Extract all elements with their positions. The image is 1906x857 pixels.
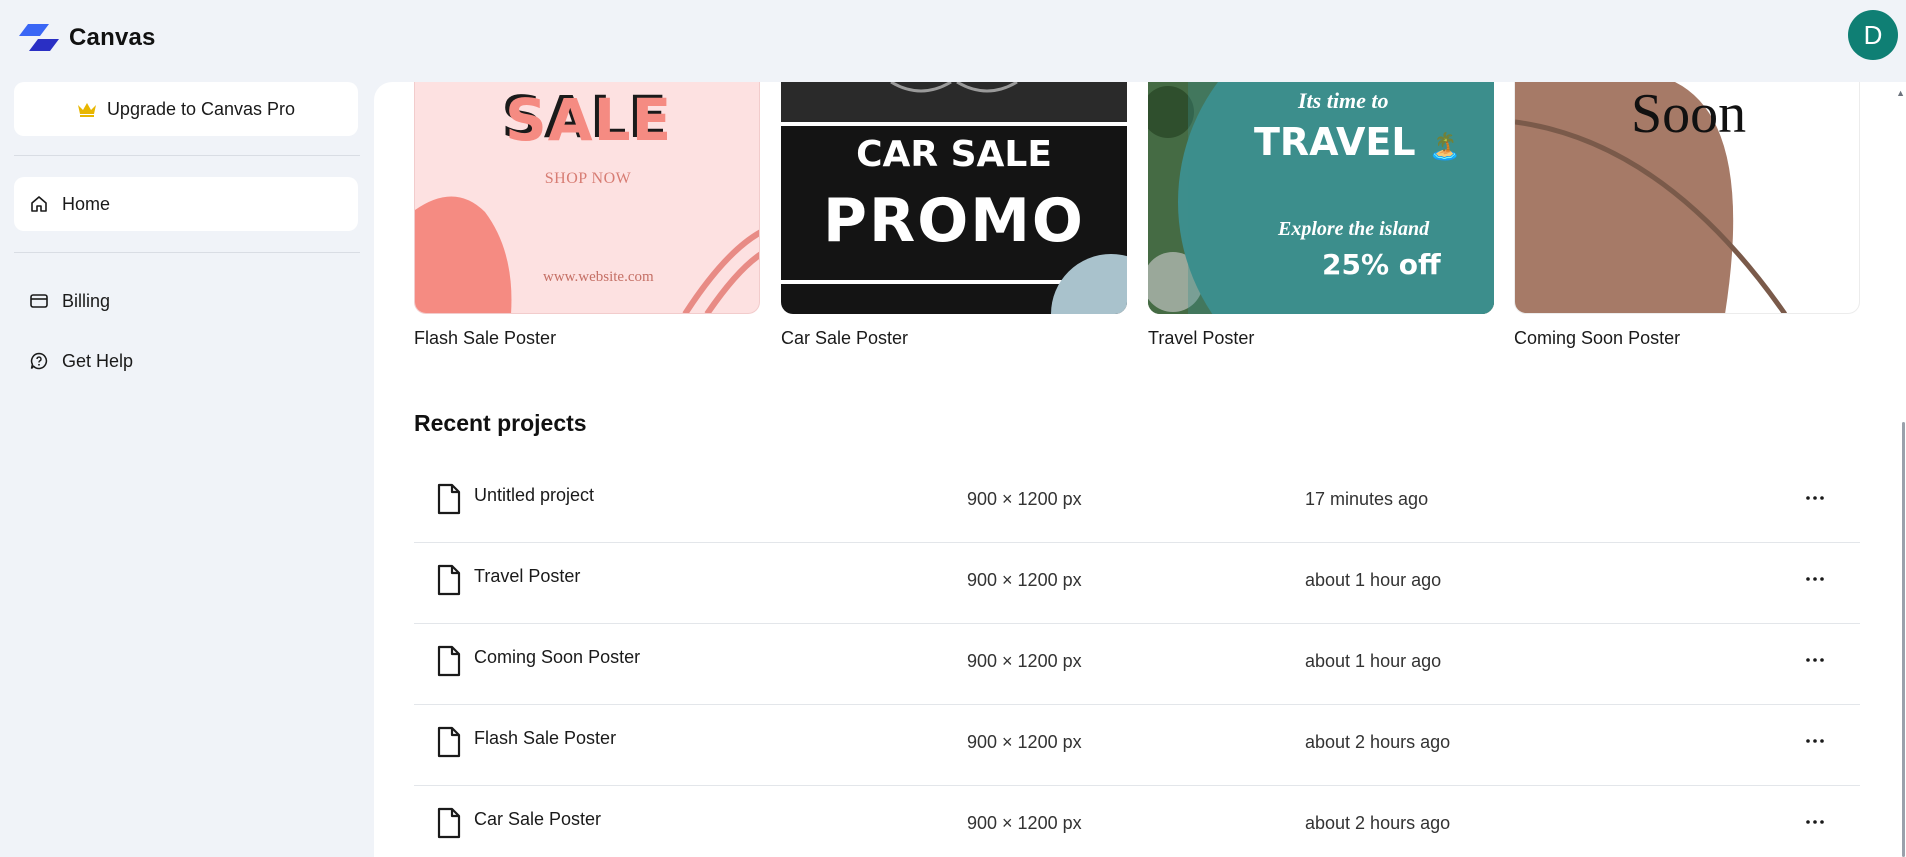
project-dimensions: 900 × 1200 px	[967, 651, 1082, 671]
poster-line-1: Its time to	[1298, 88, 1389, 113]
scrollbar-thumb[interactable]	[1902, 422, 1905, 857]
file-icon	[437, 726, 461, 758]
poster-line-4: 25% off	[1322, 248, 1441, 281]
more-options-icon[interactable]	[1802, 647, 1828, 673]
project-dimensions: 900 × 1200 px	[967, 570, 1082, 590]
project-name[interactable]: Travel Poster	[474, 566, 580, 587]
template-name: Coming Soon Poster	[1514, 328, 1681, 348]
file-icon	[437, 564, 461, 596]
main-content: SALE SHOP NOW www.website.com Flash Sale…	[374, 82, 1906, 857]
template-card-coming-soon[interactable]: Soon Coming Soon Poster	[1514, 82, 1860, 349]
template-card-travel[interactable]: Its time to TRAVEL 🏝️ Explore the island…	[1148, 82, 1494, 349]
project-updated: 17 minutes ago	[1305, 489, 1429, 509]
file-icon	[437, 483, 461, 515]
template-thumbnail[interactable]: CAR SALE PROMO	[781, 82, 1127, 314]
file-icon	[437, 807, 461, 839]
file-icon	[437, 645, 461, 677]
project-row[interactable]: Coming Soon Poster 900 × 1200 px about 1…	[414, 623, 1860, 705]
project-name[interactable]: Car Sale Poster	[474, 809, 601, 830]
poster-line-3: Explore the island	[1278, 218, 1430, 240]
sidebar-item-label: Home	[62, 193, 111, 214]
project-updated: about 1 hour ago	[1305, 570, 1442, 590]
poster-headline: Soon	[1631, 83, 1747, 145]
recent-projects-heading: Recent projects	[414, 410, 587, 436]
project-dimensions: 900 × 1200 px	[967, 813, 1082, 833]
poster-headline-row: TRAVEL 🏝️	[1254, 120, 1461, 164]
project-name[interactable]: Untitled project	[474, 485, 594, 506]
sidebar-divider	[14, 155, 360, 156]
project-row[interactable]: Car Sale Poster 900 × 1200 px about 2 ho…	[414, 785, 1860, 857]
project-updated: about 1 hour ago	[1305, 651, 1442, 671]
project-updated: about 2 hours ago	[1305, 732, 1451, 752]
template-card-flash-sale[interactable]: SALE SHOP NOW www.website.com Flash Sale…	[414, 82, 760, 349]
more-options-icon[interactable]	[1802, 728, 1828, 754]
project-name[interactable]: Flash Sale Poster	[474, 728, 616, 749]
more-options-icon[interactable]	[1802, 566, 1828, 592]
project-row[interactable]: Untitled project 900 × 1200 px 17 minute…	[414, 461, 1860, 543]
canvas-logo-icon	[19, 24, 59, 51]
more-options-icon[interactable]	[1802, 809, 1828, 835]
main-scrollbar[interactable]: ▲	[1896, 82, 1906, 857]
template-card-car-sale[interactable]: CAR SALE PROMO Car Sale Poster	[781, 82, 1127, 349]
sidebar-item-label: Billing	[62, 290, 111, 311]
poster-line-2: TRAVEL	[1254, 120, 1416, 164]
home-icon	[28, 193, 50, 215]
sidebar-item-billing[interactable]: Billing	[14, 274, 358, 328]
sidebar-item-get-help[interactable]: Get Help	[14, 334, 358, 388]
more-options-icon[interactable]	[1802, 485, 1828, 511]
upgrade-pro-button[interactable]: Upgrade to Canvas Pro	[14, 82, 358, 136]
island-emoji-icon: 🏝️	[1428, 132, 1462, 162]
app-title: Canvas	[69, 24, 156, 51]
poster-decoration	[415, 196, 759, 313]
credit-card-icon	[28, 290, 50, 312]
template-thumbnail[interactable]: Soon	[1514, 82, 1860, 314]
project-name[interactable]: Coming Soon Poster	[474, 647, 640, 668]
template-name: Flash Sale Poster	[414, 328, 557, 348]
template-thumbnail[interactable]: SALE SHOP NOW www.website.com	[414, 82, 760, 314]
template-name: Car Sale Poster	[781, 328, 909, 348]
sidebar-divider	[14, 252, 360, 253]
poster-line-2: PROMO	[823, 186, 1085, 256]
project-row[interactable]: Flash Sale Poster 900 × 1200 px about 2 …	[414, 704, 1860, 786]
sidebar-item-home[interactable]: Home	[14, 177, 358, 231]
user-avatar[interactable]: D	[1848, 10, 1898, 60]
project-dimensions: 900 × 1200 px	[967, 732, 1082, 752]
crown-icon	[77, 103, 96, 117]
poster-line-1: CAR SALE	[856, 134, 1052, 175]
template-thumbnail[interactable]: Its time to TRAVEL 🏝️ Explore the island…	[1148, 82, 1494, 314]
upgrade-label: Upgrade to Canvas Pro	[106, 98, 296, 119]
project-dimensions: 900 × 1200 px	[967, 489, 1082, 509]
poster-decoration	[1148, 82, 1494, 314]
scroll-up-icon[interactable]: ▲	[1896, 88, 1905, 98]
project-updated: about 2 hours ago	[1305, 813, 1451, 833]
sidebar-item-label: Get Help	[62, 350, 134, 371]
template-name: Travel Poster	[1148, 328, 1255, 348]
help-chat-icon	[28, 350, 50, 372]
project-row[interactable]: Travel Poster 900 × 1200 px about 1 hour…	[414, 542, 1860, 624]
